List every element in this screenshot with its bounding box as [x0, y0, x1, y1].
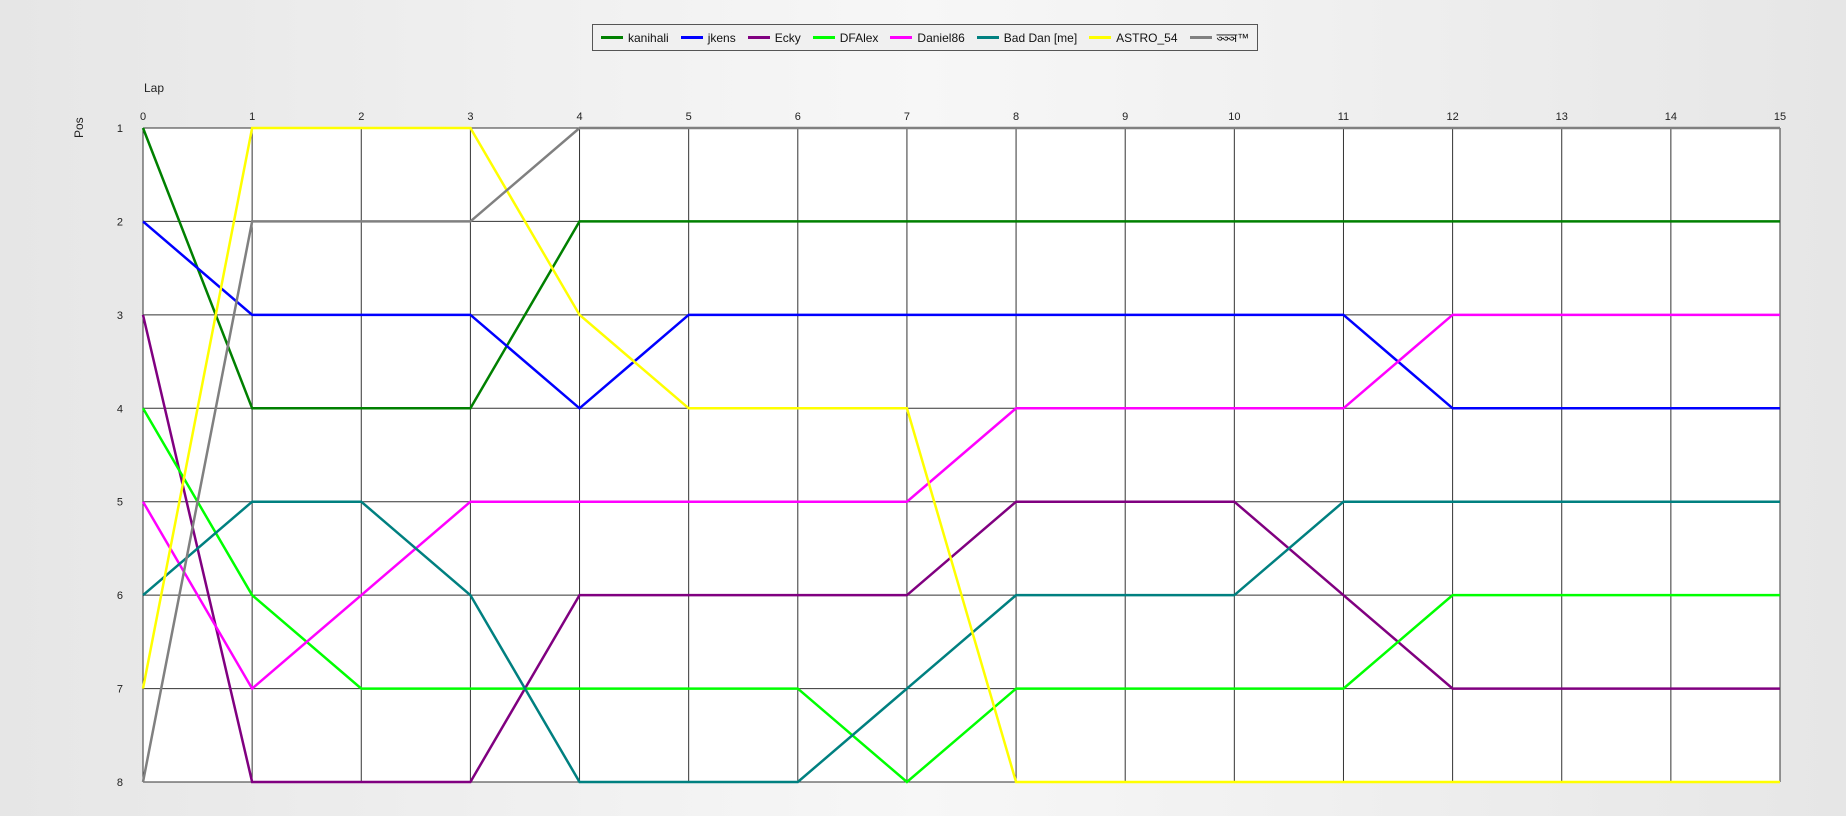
legend-item: kanihali [601, 31, 669, 45]
x-tick-label: 8 [1013, 111, 1019, 123]
position-chart: 0 1 2 3 4 5 6 7 8 9 10 11 12 13 14 1512345678 [117, 111, 1786, 789]
x-tick-label: 15 [1774, 111, 1786, 123]
legend-swatch [601, 36, 623, 39]
legend-label: Daniel86 [917, 30, 965, 45]
x-tick-label: 4 [576, 111, 582, 123]
x-tick-label: 11 [1338, 111, 1349, 123]
x-tick-label: 0 [140, 111, 146, 123]
legend-label: Bad Dan [me] [1003, 30, 1078, 45]
y-tick-label: 4 [117, 403, 123, 415]
x-tick-label: 2 [358, 111, 364, 123]
y-tick-label: 3 [117, 310, 123, 322]
legend-swatch [976, 36, 999, 39]
legend-item: DFAlex [812, 30, 879, 45]
x-tick-label: 10 [1228, 111, 1240, 123]
y-tick-label: 1 [117, 123, 123, 135]
y-tick-label: 7 [117, 684, 123, 696]
legend-swatch [812, 36, 835, 39]
legend-item: jkens [680, 30, 736, 45]
y-axis-label: Pos [72, 117, 86, 138]
x-tick-label: 12 [1446, 111, 1458, 123]
legend-swatch [1089, 36, 1112, 39]
legend-item: ञ्ञ्ञ™ [1189, 29, 1250, 46]
y-tick-label: 5 [117, 497, 123, 509]
legend-label: DFAlex [839, 30, 879, 45]
legend-item: Ecky [747, 30, 801, 45]
legend-swatch [890, 36, 913, 39]
legend-item: ASTRO_54 [1089, 30, 1178, 45]
x-tick-label: 1 [249, 111, 255, 123]
legend: kanihali jkens Ecky DFAlex Daniel86 Bad Dan [… [592, 24, 1259, 51]
legend-item: Bad Dan [me] [976, 30, 1078, 45]
y-tick-label: 6 [117, 590, 123, 602]
legend-label: Ecky [774, 30, 801, 45]
x-tick-label: 9 [1122, 111, 1128, 123]
legend-label: ञ्ञ्ञ™ [1216, 31, 1250, 45]
legend-swatch [680, 36, 703, 39]
legend-swatch [747, 36, 770, 39]
x-axis-label: Lap [144, 81, 165, 95]
legend-label: ASTRO_54 [1116, 30, 1178, 45]
legend-item: Daniel86 [890, 30, 965, 45]
x-tick-label: 3 [467, 111, 473, 123]
y-tick-label: 2 [117, 216, 123, 228]
x-tick-label: 5 [686, 111, 692, 123]
legend-label: kanihali [628, 30, 669, 45]
x-tick-label: 6 [795, 111, 801, 123]
legend-swatch [1189, 36, 1212, 39]
x-tick-label: 14 [1665, 111, 1677, 123]
y-tick-label: 8 [117, 777, 123, 789]
x-tick-label: 13 [1556, 111, 1568, 123]
x-tick-label: 7 [904, 111, 910, 123]
legend-label: jkens [707, 30, 736, 45]
